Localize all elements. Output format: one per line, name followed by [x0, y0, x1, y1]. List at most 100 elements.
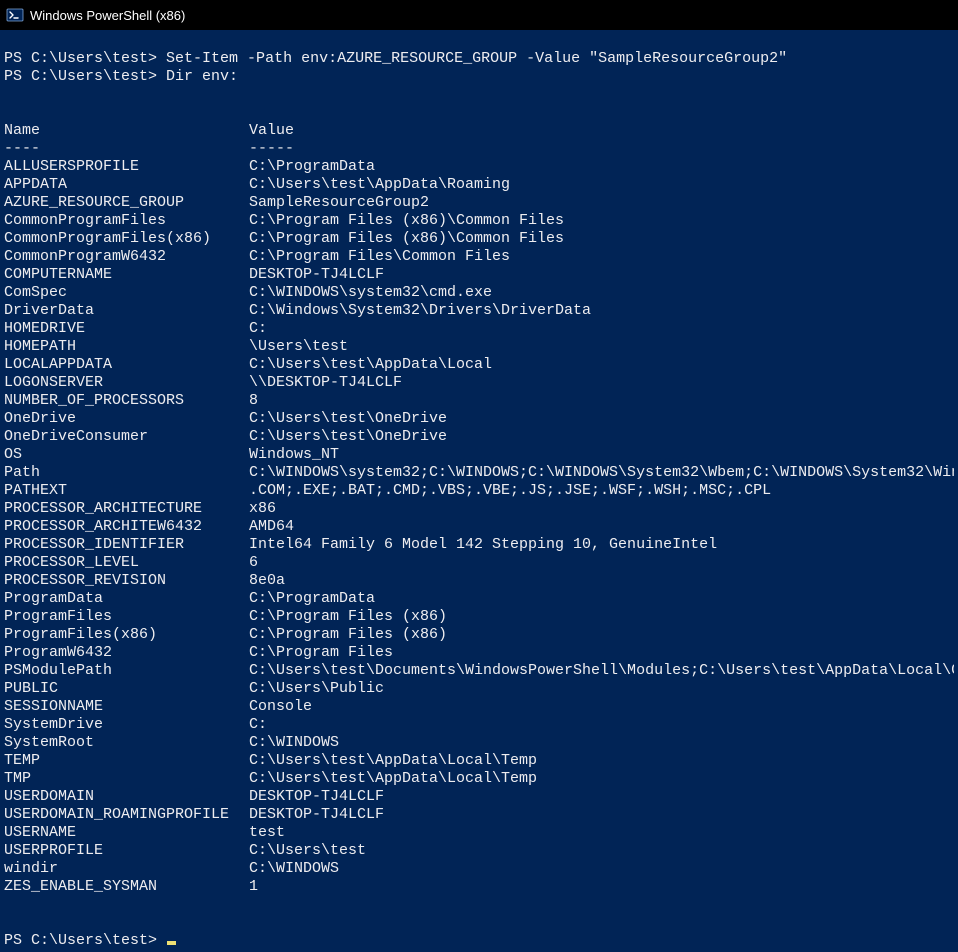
env-value: DESKTOP-TJ4LCLF: [249, 806, 954, 824]
table-row: ZES_ENABLE_SYSMAN1: [4, 878, 954, 896]
env-name: APPDATA: [4, 176, 249, 194]
env-value: C:: [249, 716, 954, 734]
env-value: C:\Program Files (x86): [249, 608, 954, 626]
env-value: \\DESKTOP-TJ4LCLF: [249, 374, 954, 392]
table-row: windirC:\WINDOWS: [4, 860, 954, 878]
env-name: ProgramFiles(x86): [4, 626, 249, 644]
env-value: C:\WINDOWS: [249, 734, 954, 752]
table-row: ProgramW6432C:\Program Files: [4, 644, 954, 662]
table-row: OSWindows_NT: [4, 446, 954, 464]
env-name: ComSpec: [4, 284, 249, 302]
table-row: AZURE_RESOURCE_GROUPSampleResourceGroup2: [4, 194, 954, 212]
window-title: Windows PowerShell (x86): [30, 8, 185, 23]
table-row: PROCESSOR_IDENTIFIERIntel64 Family 6 Mod…: [4, 536, 954, 554]
env-name: TMP: [4, 770, 249, 788]
env-value: DESKTOP-TJ4LCLF: [249, 266, 954, 284]
table-header-underline: ---------: [4, 140, 954, 158]
col-header-value: Value: [249, 122, 954, 140]
env-name: ProgramFiles: [4, 608, 249, 626]
env-name: ProgramW6432: [4, 644, 249, 662]
env-value: C:: [249, 320, 954, 338]
env-value: DESKTOP-TJ4LCLF: [249, 788, 954, 806]
table-row: PATHEXT.COM;.EXE;.BAT;.CMD;.VBS;.VBE;.JS…: [4, 482, 954, 500]
table-row: HOMEPATH\Users\test: [4, 338, 954, 356]
env-name: SystemRoot: [4, 734, 249, 752]
env-name: USERNAME: [4, 824, 249, 842]
env-value: 1: [249, 878, 954, 896]
table-row: USERDOMAINDESKTOP-TJ4LCLF: [4, 788, 954, 806]
env-name: PATHEXT: [4, 482, 249, 500]
env-name: OS: [4, 446, 249, 464]
env-value: 8: [249, 392, 954, 410]
env-name: COMPUTERNAME: [4, 266, 249, 284]
env-value: C:\Users\test\Documents\WindowsPowerShel…: [249, 662, 954, 680]
table-row: SESSIONNAMEConsole: [4, 698, 954, 716]
env-name: NUMBER_OF_PROCESSORS: [4, 392, 249, 410]
env-value: C:\WINDOWS: [249, 860, 954, 878]
env-name: ALLUSERSPROFILE: [4, 158, 249, 176]
prompt-ps: PS C:\Users\test>: [4, 932, 157, 949]
table-row: ALLUSERSPROFILEC:\ProgramData: [4, 158, 954, 176]
table-row: LOGONSERVER\\DESKTOP-TJ4LCLF: [4, 374, 954, 392]
table-row: USERNAMEtest: [4, 824, 954, 842]
env-name: USERPROFILE: [4, 842, 249, 860]
env-name: DriverData: [4, 302, 249, 320]
table-row: NUMBER_OF_PROCESSORS8: [4, 392, 954, 410]
env-value: C:\WINDOWS\system32\cmd.exe: [249, 284, 954, 302]
cmd-dir-env: Dir env:: [166, 68, 238, 85]
table-row: COMPUTERNAMEDESKTOP-TJ4LCLF: [4, 266, 954, 284]
env-name: PROCESSOR_ARCHITEW6432: [4, 518, 249, 536]
env-value: C:\Users\test\AppData\Local\Temp: [249, 770, 954, 788]
col-header-name: Name: [4, 122, 249, 140]
env-value: 8e0a: [249, 572, 954, 590]
env-name: Path: [4, 464, 249, 482]
table-row: PROCESSOR_LEVEL6: [4, 554, 954, 572]
env-name: AZURE_RESOURCE_GROUP: [4, 194, 249, 212]
prompt-ps: PS C:\Users\test>: [4, 50, 157, 67]
env-name: USERDOMAIN_ROAMINGPROFILE: [4, 806, 249, 824]
table-row: PSModulePathC:\Users\test\Documents\Wind…: [4, 662, 954, 680]
env-value: C:\Program Files: [249, 644, 954, 662]
titlebar[interactable]: Windows PowerShell (x86): [0, 0, 958, 30]
env-name: HOMEDRIVE: [4, 320, 249, 338]
table-row: PROCESSOR_REVISION8e0a: [4, 572, 954, 590]
env-value: SampleResourceGroup2: [249, 194, 954, 212]
env-name: PROCESSOR_IDENTIFIER: [4, 536, 249, 554]
table-row: PROCESSOR_ARCHITEW6432AMD64: [4, 518, 954, 536]
cursor: [167, 941, 176, 945]
table-row: OneDriveC:\Users\test\OneDrive: [4, 410, 954, 428]
env-value: C:\ProgramData: [249, 590, 954, 608]
table-row: USERPROFILEC:\Users\test: [4, 842, 954, 860]
env-value: C:\WINDOWS\system32;C:\WINDOWS;C:\WINDOW…: [249, 464, 954, 482]
table-row: TMPC:\Users\test\AppData\Local\Temp: [4, 770, 954, 788]
env-value: .COM;.EXE;.BAT;.CMD;.VBS;.VBE;.JS;.JSE;.…: [249, 482, 954, 500]
table-row: PROCESSOR_ARCHITECTUREx86: [4, 500, 954, 518]
table-row: PathC:\WINDOWS\system32;C:\WINDOWS;C:\WI…: [4, 464, 954, 482]
env-name: PUBLIC: [4, 680, 249, 698]
env-name: SESSIONNAME: [4, 698, 249, 716]
table-row: SystemDriveC:: [4, 716, 954, 734]
table-row: ProgramFiles(x86)C:\Program Files (x86): [4, 626, 954, 644]
table-row: USERDOMAIN_ROAMINGPROFILEDESKTOP-TJ4LCLF: [4, 806, 954, 824]
env-name: ZES_ENABLE_SYSMAN: [4, 878, 249, 896]
env-value: C:\Users\test\AppData\Roaming: [249, 176, 954, 194]
env-name: CommonProgramW6432: [4, 248, 249, 266]
table-row: CommonProgramFilesC:\Program Files (x86)…: [4, 212, 954, 230]
env-name: ProgramData: [4, 590, 249, 608]
env-name: OneDriveConsumer: [4, 428, 249, 446]
env-name: CommonProgramFiles: [4, 212, 249, 230]
table-row: PUBLICC:\Users\Public: [4, 680, 954, 698]
env-value: C:\Users\test\OneDrive: [249, 428, 954, 446]
table-row: HOMEDRIVEC:: [4, 320, 954, 338]
env-value: C:\Program Files (x86)\Common Files: [249, 212, 954, 230]
env-name: PROCESSOR_REVISION: [4, 572, 249, 590]
env-value: C:\Users\test\AppData\Local\Temp: [249, 752, 954, 770]
env-value: 6: [249, 554, 954, 572]
terminal-output[interactable]: PS C:\Users\test> Set-Item -Path env:AZU…: [0, 30, 958, 952]
env-name: windir: [4, 860, 249, 878]
env-name: CommonProgramFiles(x86): [4, 230, 249, 248]
env-value: C:\Windows\System32\Drivers\DriverData: [249, 302, 954, 320]
env-value: AMD64: [249, 518, 954, 536]
table-row: TEMPC:\Users\test\AppData\Local\Temp: [4, 752, 954, 770]
env-value: C:\Users\test: [249, 842, 954, 860]
